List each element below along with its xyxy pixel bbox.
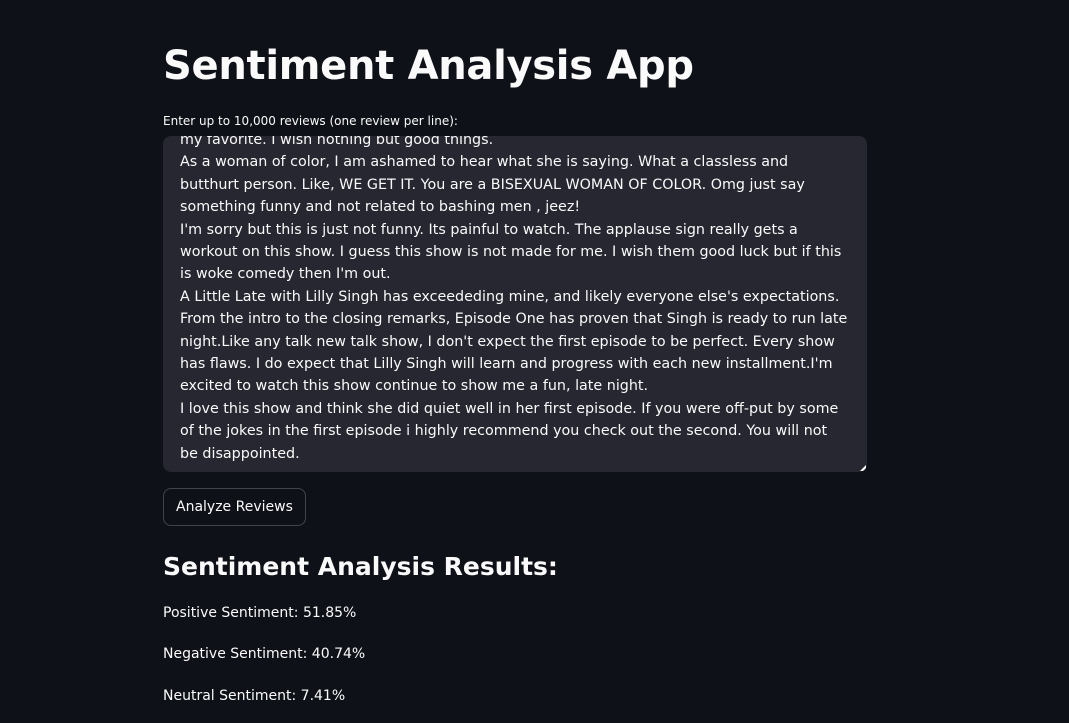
positive-sentiment-result: Positive Sentiment: 51.85% (163, 605, 357, 621)
neutral-sentiment-result: Neutral Sentiment: 7.41% (163, 688, 346, 704)
reviews-input-label: Enter up to 10,000 reviews (one review p… (163, 114, 458, 128)
negative-sentiment-result: Negative Sentiment: 40.74% (163, 646, 366, 662)
resize-grip-icon[interactable] (860, 465, 866, 471)
page-title: Sentiment Analysis App (163, 43, 694, 89)
reviews-textarea-value: my favorite. I wish nothing but good thi… (180, 136, 848, 462)
reviews-textarea[interactable]: my favorite. I wish nothing but good thi… (163, 136, 867, 472)
main-container: Sentiment Analysis App Enter up to 10,00… (0, 0, 1069, 723)
results-heading: Sentiment Analysis Results: (163, 552, 558, 581)
analyze-reviews-button[interactable]: Analyze Reviews (163, 488, 306, 526)
